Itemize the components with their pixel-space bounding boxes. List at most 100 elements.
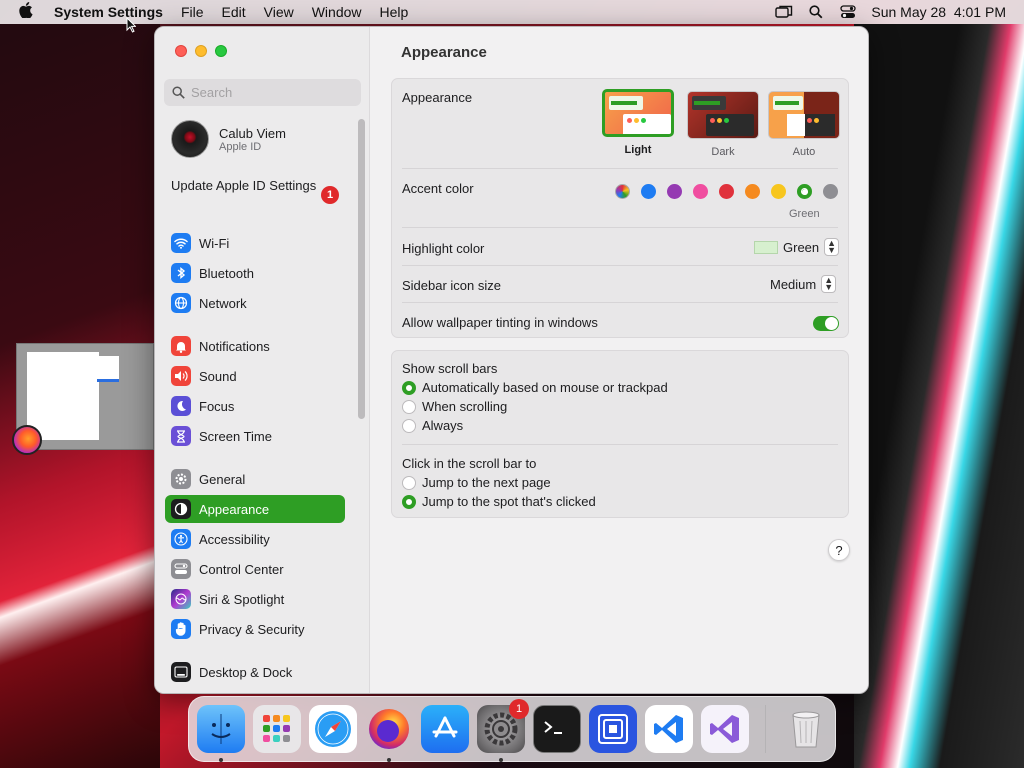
radio-scroll-automatic[interactable]: Automatically based on mouse or trackpad xyxy=(402,380,668,395)
accent-blue-swatch[interactable] xyxy=(641,184,656,199)
popup-chevrons-icon: ▲ ▼ xyxy=(821,275,837,293)
menubar-clock[interactable]: Sun May 28 4:01 PM xyxy=(871,4,1006,20)
accent-orange-swatch[interactable] xyxy=(745,184,760,199)
radio-button xyxy=(402,399,416,414)
launchpad-icon[interactable] xyxy=(253,705,301,753)
wallpaper-streak xyxy=(854,24,1024,768)
sidebar-item-privacy-security[interactable]: Privacy & Security xyxy=(165,615,345,643)
thumbnail-dialog xyxy=(97,356,119,382)
radio-scroll-always[interactable]: Always xyxy=(402,418,463,433)
search-input[interactable] xyxy=(191,85,351,100)
zoom-button[interactable] xyxy=(215,45,227,57)
minimize-button[interactable] xyxy=(195,45,207,57)
sidebar-item-notifications[interactable]: Notifications xyxy=(165,332,345,360)
dock: 1 xyxy=(188,696,836,762)
spotlight-search-icon[interactable] xyxy=(807,5,825,19)
sidebar-item-accessibility[interactable]: Accessibility xyxy=(165,525,345,553)
safari-icon[interactable] xyxy=(309,705,357,753)
screen-mirroring-icon[interactable] xyxy=(775,5,793,19)
thumbnail-document xyxy=(27,352,99,440)
appearance-option-dark[interactable]: Dark xyxy=(687,91,759,158)
sidebar-item-appearance[interactable]: Appearance xyxy=(165,495,345,523)
sidebar-item-label: Wi-Fi xyxy=(199,235,230,251)
sidebar-item-label: Bluetooth xyxy=(199,265,254,281)
radio-button xyxy=(402,475,416,490)
radio-scroll-when-scrolling[interactable]: When scrolling xyxy=(402,399,507,414)
click-scroll-bar-row: Click in the scroll bar to xyxy=(402,456,838,471)
dock-separator xyxy=(765,705,766,753)
accent-red-swatch[interactable] xyxy=(719,184,734,199)
menu-edit[interactable]: Edit xyxy=(213,4,255,20)
sidebar-icon-size-popup[interactable]: Medium ▲ ▼ xyxy=(770,275,837,293)
click-scroll-bar-label: Click in the scroll bar to xyxy=(402,456,537,471)
accent-multicolor-swatch[interactable] xyxy=(615,184,630,199)
gear-icon xyxy=(171,469,191,489)
hourglass-icon xyxy=(171,426,191,446)
update-apple-id-settings[interactable]: Update Apple ID Settings xyxy=(171,178,346,194)
appearance-label: Appearance xyxy=(402,90,473,105)
dock-icon xyxy=(171,662,191,682)
apple-id-account[interactable]: Calub Viem Apple ID xyxy=(171,120,286,158)
firefox-icon[interactable] xyxy=(365,705,413,762)
search-icon xyxy=(172,86,185,99)
bell-icon xyxy=(171,336,191,356)
highlight-value: Green xyxy=(783,239,820,255)
vscode-icon[interactable] xyxy=(645,705,693,753)
accent-pink-swatch[interactable] xyxy=(693,184,708,199)
sidebar-scrollbar[interactable] xyxy=(358,119,365,419)
menu-view[interactable]: View xyxy=(255,4,303,20)
finder-icon[interactable] xyxy=(197,705,245,762)
menu-window[interactable]: Window xyxy=(303,4,371,20)
show-scroll-bars-label: Show scroll bars xyxy=(402,361,498,376)
appearance-option-light[interactable]: Light xyxy=(602,89,674,156)
apple-menu-icon[interactable] xyxy=(0,1,52,23)
sidebar-item-control-center[interactable]: Control Center xyxy=(165,555,345,583)
speaker-icon xyxy=(171,366,191,386)
appearance-option-label: Auto xyxy=(792,146,816,158)
account-name: Calub Viem xyxy=(219,125,286,141)
divider xyxy=(402,168,838,169)
menu-file[interactable]: File xyxy=(172,4,213,20)
close-button[interactable] xyxy=(175,45,187,57)
appearance-option-auto[interactable]: Auto xyxy=(768,91,840,158)
sidebar-item-wifi[interactable]: Wi-Fi xyxy=(165,229,345,257)
sidebar-item-focus[interactable]: Focus xyxy=(165,392,345,420)
sidebar-item-general[interactable]: General xyxy=(165,465,345,493)
control-center-icon[interactable] xyxy=(839,5,857,19)
update-badge: 1 xyxy=(321,186,339,204)
trash-icon[interactable] xyxy=(782,705,830,753)
terminal-icon[interactable] xyxy=(533,705,581,753)
sidebar-item-network[interactable]: Network xyxy=(165,289,345,317)
wallpaper-tinting-toggle[interactable] xyxy=(813,316,839,331)
menu-app-name[interactable]: System Settings xyxy=(52,4,172,20)
accent-purple-swatch[interactable] xyxy=(667,184,682,199)
sidebar-item-sound[interactable]: Sound xyxy=(165,362,345,390)
sidebar-search[interactable] xyxy=(164,79,361,106)
radio-jump-to-spot[interactable]: Jump to the spot that's clicked xyxy=(402,494,596,509)
sidebar-item-bluetooth[interactable]: Bluetooth xyxy=(165,259,345,287)
radio-jump-next-page[interactable]: Jump to the next page xyxy=(402,475,551,490)
highlight-color-popup[interactable]: Green ▲ ▼ xyxy=(754,238,840,256)
divider xyxy=(402,265,838,266)
firefox-thumbnail-icon[interactable] xyxy=(12,425,42,455)
window-controls xyxy=(175,45,227,57)
divider xyxy=(402,444,838,445)
menu-help[interactable]: Help xyxy=(371,4,418,20)
light-preview xyxy=(602,89,674,137)
appstore-icon[interactable] xyxy=(421,705,469,753)
appearance-icon xyxy=(171,499,191,519)
sidebar-item-label: Accessibility xyxy=(199,531,270,547)
radio-button xyxy=(402,380,416,395)
sidebar-item-label: Desktop & Dock xyxy=(199,664,293,680)
sidebar-item-siri-spotlight[interactable]: Siri & Spotlight xyxy=(165,585,345,613)
visualstudio-icon[interactable] xyxy=(701,705,749,753)
settings-icon[interactable]: 1 xyxy=(477,699,529,762)
sidebar-item-desktop-dock[interactable]: Desktop & Dock xyxy=(165,658,345,686)
accent-green-swatch[interactable] xyxy=(797,184,812,199)
accent-yellow-swatch[interactable] xyxy=(771,184,786,199)
simulator-icon[interactable] xyxy=(589,705,637,753)
accent-graphite-swatch[interactable] xyxy=(823,184,838,199)
help-button[interactable]: ? xyxy=(828,539,850,561)
mouse-pointer-icon xyxy=(126,16,137,36)
sidebar-item-screen-time[interactable]: Screen Time xyxy=(165,422,345,450)
